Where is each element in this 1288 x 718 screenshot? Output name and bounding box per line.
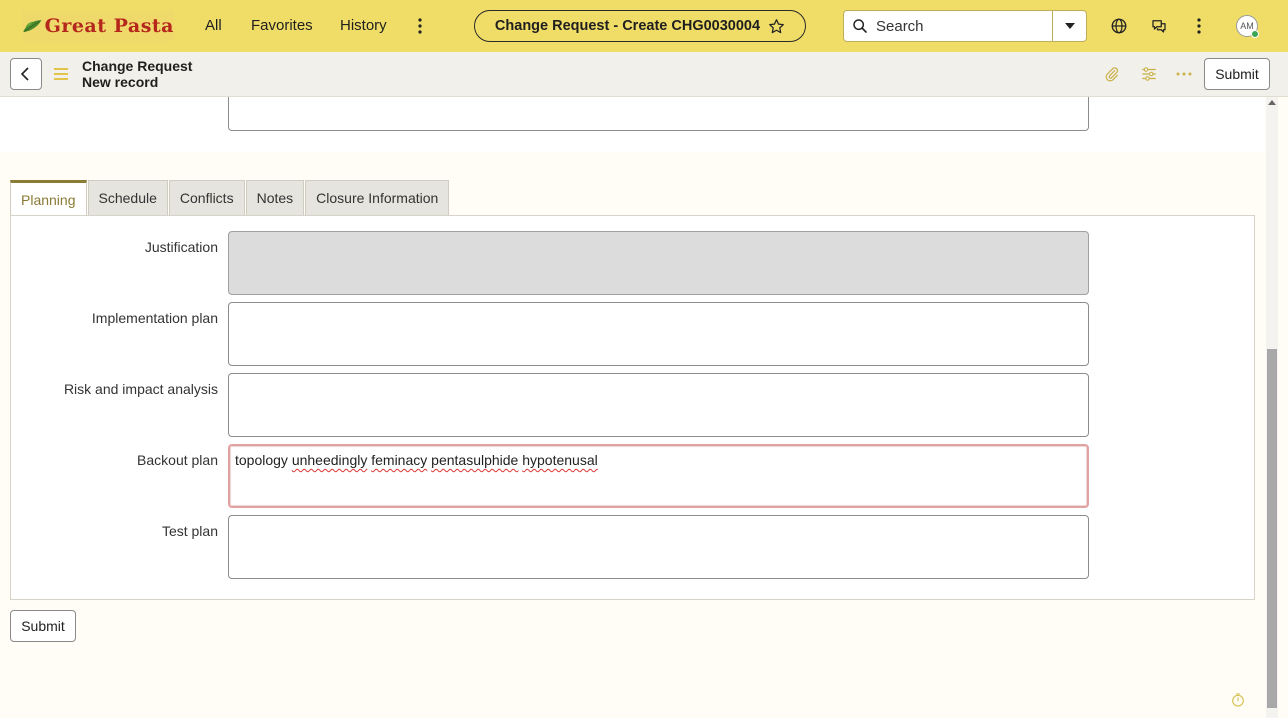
backout-plan-label: Backout plan [137, 452, 218, 468]
backout-word-misspelled: hypotenusal [522, 452, 598, 468]
upper-description-field[interactable] [228, 97, 1089, 131]
risk-impact-label: Risk and impact analysis [63, 381, 218, 397]
record-status: New record [82, 74, 159, 90]
brand-logo[interactable]: Great Pasta [22, 11, 174, 41]
top-navigation: Great Pasta All Favorites History Change… [0, 0, 1288, 52]
chat-icon[interactable] [1149, 16, 1169, 36]
online-status-icon [1251, 30, 1259, 38]
nav-more-icon[interactable] [412, 14, 428, 38]
tab-schedule[interactable]: Schedule [87, 180, 168, 215]
user-avatar[interactable]: AM [1236, 15, 1259, 38]
record-header [0, 52, 1288, 97]
implementation-plan-label: Implementation plan [91, 310, 218, 326]
form-submit-button[interactable]: Submit [10, 610, 76, 642]
backout-word-misspelled: unheedingly [291, 452, 368, 468]
back-button[interactable] [10, 58, 42, 90]
record-context-pill[interactable]: Change Request - Create CHG0030004 [474, 10, 806, 42]
test-plan-label: Test plan [161, 523, 218, 539]
user-initials: AM [1240, 21, 1254, 31]
brand-name: Great Pasta [44, 15, 174, 37]
nav-all[interactable]: All [205, 17, 222, 34]
nav-favorites[interactable]: Favorites [251, 17, 313, 34]
header-submit-button[interactable]: Submit [1204, 58, 1270, 90]
search-scope-dropdown-icon[interactable] [1052, 11, 1086, 41]
backout-word: topology [235, 452, 288, 468]
more-vertical-icon[interactable] [1189, 16, 1209, 36]
record-title: Change Request New record [82, 58, 192, 90]
timer-icon[interactable] [1230, 692, 1246, 708]
tab-closure-information[interactable]: Closure Information [305, 180, 450, 215]
test-plan-field[interactable] [228, 515, 1089, 579]
record-type: Change Request [82, 58, 193, 74]
sliders-icon[interactable] [1139, 64, 1159, 84]
backout-word-misspelled: pentasulphide [431, 452, 519, 468]
menu-icon[interactable] [54, 67, 68, 81]
search-icon [844, 18, 876, 34]
tab-planning[interactable]: Planning [10, 180, 87, 216]
justification-field [228, 231, 1089, 295]
justification-label: Justification [144, 239, 218, 255]
scrollbar-thumb[interactable] [1267, 349, 1277, 708]
search-input[interactable]: Search [876, 18, 1052, 35]
scroll-up-icon[interactable] [1266, 99, 1278, 109]
tab-notes[interactable]: Notes [245, 180, 305, 215]
nav-history[interactable]: History [340, 17, 387, 34]
implementation-plan-field[interactable] [228, 302, 1089, 366]
risk-impact-field[interactable] [228, 373, 1089, 437]
backout-word-misspelled: feminacy [371, 452, 428, 468]
form-tabs: Planning Schedule Conflicts Notes Closur… [10, 180, 450, 216]
basil-leaf-icon [23, 19, 42, 33]
global-search[interactable]: Search [843, 10, 1087, 42]
paperclip-icon[interactable] [1102, 64, 1122, 84]
backout-plan-field[interactable]: topology unheedingly feminacy pentasulph… [228, 444, 1089, 508]
globe-icon[interactable] [1109, 16, 1129, 36]
back-chevron-icon [20, 67, 29, 81]
more-horizontal-icon[interactable] [1174, 64, 1194, 84]
record-context-title: Change Request - Create CHG0030004 [494, 18, 761, 34]
tab-conflicts[interactable]: Conflicts [168, 180, 245, 215]
star-icon[interactable] [768, 18, 785, 35]
